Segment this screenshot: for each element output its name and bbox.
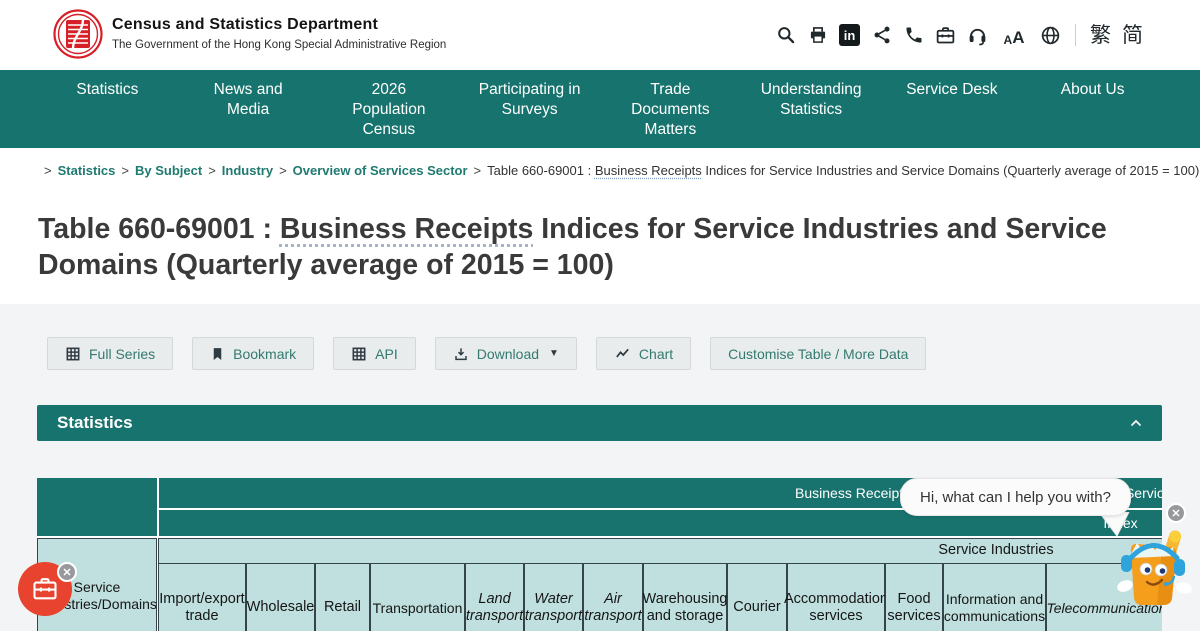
col-water-transport: Water transport bbox=[524, 563, 583, 631]
share-icon[interactable] bbox=[871, 25, 892, 46]
api-button[interactable]: API bbox=[333, 337, 416, 370]
breadcrumb-by-subject[interactable]: By Subject bbox=[135, 163, 202, 178]
col-land-transport: Land transport bbox=[465, 563, 524, 631]
nav-2026-population-census[interactable]: 2026 Population Census bbox=[319, 70, 460, 148]
nav-service-desk[interactable]: Service Desk bbox=[882, 70, 1023, 148]
col-information-and-communications: Information and communications bbox=[943, 563, 1046, 631]
bookmark-button[interactable]: Bookmark bbox=[192, 337, 314, 370]
table-toolbar: Full Series Bookmark API Download ▼ Char… bbox=[47, 337, 926, 370]
divider bbox=[1075, 24, 1076, 46]
col-air-transport: Air transport bbox=[583, 563, 643, 631]
nav-statistics[interactable]: Statistics bbox=[37, 70, 178, 148]
breadcrumb-industry[interactable]: Industry bbox=[222, 163, 273, 178]
site-header: Census and Statistics Department The Gov… bbox=[0, 0, 1200, 70]
customise-table-button[interactable]: Customise Table / More Data bbox=[710, 337, 926, 370]
col-transportation: Transportation bbox=[370, 563, 465, 631]
col-wholesale: Wholesale bbox=[246, 563, 315, 631]
chatbot-mascot[interactable] bbox=[1116, 528, 1192, 610]
glossary-term-business-receipts-title[interactable]: Business Receipts bbox=[280, 213, 533, 245]
print-icon[interactable] bbox=[807, 25, 828, 46]
group-header-service-industries: Service Industries bbox=[158, 538, 1162, 564]
nav-understanding-statistics[interactable]: Understanding Statistics bbox=[741, 70, 882, 148]
toolbox-icon bbox=[31, 575, 59, 603]
toolbox-icon[interactable] bbox=[935, 25, 956, 46]
breadcrumb-overview-of-services-sector[interactable]: Overview of Services Sector bbox=[293, 163, 468, 178]
grid-icon bbox=[65, 346, 81, 362]
col-import-export-trade: Import/export trade bbox=[158, 563, 246, 631]
close-chat-fab-icon[interactable]: ✕ bbox=[57, 562, 77, 582]
chevron-up-icon bbox=[1128, 415, 1144, 431]
col-accommodation-services: Accommodation services bbox=[787, 563, 885, 631]
download-icon bbox=[453, 346, 469, 362]
lang-simplified-link[interactable]: 简 bbox=[1122, 25, 1143, 46]
phone-icon[interactable] bbox=[903, 25, 924, 46]
org-subtitle: The Government of the Hong Kong Special … bbox=[112, 39, 446, 51]
censtatd-logo[interactable] bbox=[53, 9, 103, 59]
text-size-icon[interactable]: AA bbox=[999, 25, 1029, 46]
breadcrumb-statistics[interactable]: Statistics bbox=[58, 163, 116, 178]
download-button[interactable]: Download ▼ bbox=[435, 337, 577, 370]
search-icon[interactable] bbox=[775, 25, 796, 46]
nav-about-us[interactable]: About Us bbox=[1022, 70, 1163, 148]
nav-news-and-media[interactable]: News and Media bbox=[178, 70, 319, 148]
breadcrumb: > Statistics > By Subject > Industry > O… bbox=[38, 162, 1168, 178]
linkedin-icon[interactable]: in bbox=[839, 25, 860, 46]
breadcrumb-current: Table 660-69001 : Business Receipts Indi… bbox=[487, 163, 1199, 178]
chevron-down-icon: ▼ bbox=[549, 348, 559, 359]
table-corner-dark-cell bbox=[37, 478, 157, 536]
grid-icon bbox=[351, 346, 367, 362]
org-identity: Census and Statistics Department The Gov… bbox=[112, 16, 446, 51]
nav-participating-in-surveys[interactable]: Participating in Surveys bbox=[459, 70, 600, 148]
language-globe-icon[interactable] bbox=[1040, 25, 1061, 46]
chart-icon bbox=[614, 346, 631, 362]
lang-traditional-link[interactable]: 繁 bbox=[1090, 25, 1111, 46]
glossary-term-business-receipts[interactable]: Business Receipts bbox=[595, 163, 702, 178]
col-retail: Retail bbox=[315, 563, 370, 631]
close-chatbot-icon[interactable]: ✕ bbox=[1166, 503, 1186, 523]
col-courier: Courier bbox=[727, 563, 787, 631]
bookmark-icon bbox=[210, 346, 225, 362]
chatbot-greeting-bubble[interactable]: Hi, what can I help you with? bbox=[900, 478, 1131, 516]
headset-icon[interactable] bbox=[967, 25, 988, 46]
chart-button[interactable]: Chart bbox=[596, 337, 691, 370]
statistics-section-title: Statistics bbox=[57, 413, 133, 433]
col-warehousing-and-storage: Warehousing and storage bbox=[643, 563, 727, 631]
col-food-services: Food services bbox=[885, 563, 943, 631]
full-series-button[interactable]: Full Series bbox=[47, 337, 173, 370]
header-icon-toolbar: in AA 繁 简 bbox=[775, 21, 1143, 49]
main-nav: Statistics News and Media 2026 Populatio… bbox=[0, 70, 1200, 148]
statistics-section-header[interactable]: Statistics bbox=[37, 405, 1162, 441]
page-title: Table 660-69001 : Business Receipts Indi… bbox=[38, 211, 1153, 283]
page: Census and Statistics Department The Gov… bbox=[0, 0, 1200, 631]
nav-trade-documents-matters[interactable]: Trade Documents Matters bbox=[600, 70, 741, 148]
org-name: Census and Statistics Department bbox=[112, 16, 446, 34]
